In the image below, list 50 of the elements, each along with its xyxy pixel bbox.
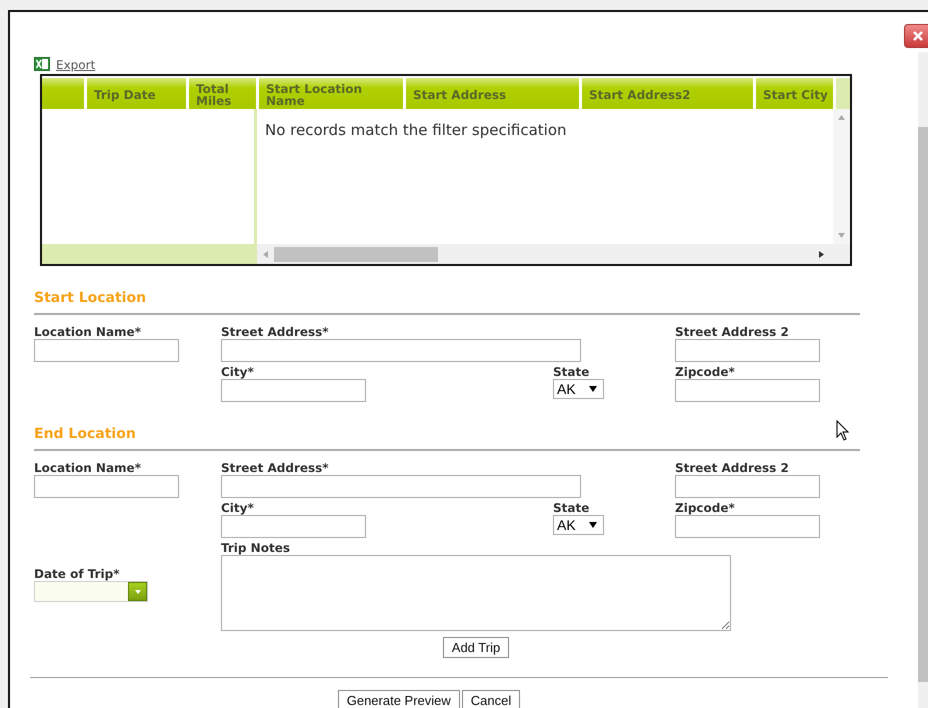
input-field[interactable] [221,379,366,402]
scroll-right-icon[interactable] [819,250,824,258]
input-field[interactable] [34,475,179,498]
field-label: Location Name* [34,325,142,339]
input-field[interactable] [221,515,366,538]
scroll-up-icon[interactable] [838,115,845,120]
add-trip-button[interactable]: Add Trip [442,637,510,658]
footer-button[interactable]: Cancel [462,690,520,708]
scrollbar[interactable] [918,52,928,708]
header-cell [836,78,850,109]
field-label: City* [221,501,255,515]
field-label: Street Address* [221,461,330,475]
header-cell [42,78,84,109]
field-label: Trip Notes [221,541,291,555]
empty-message: No records match the filter specification [264,120,568,141]
notes-textarea[interactable] [221,555,731,631]
caret-icon [134,590,140,594]
state-dropdown[interactable]: AK [553,379,604,399]
caret-icon [589,522,597,528]
input-field[interactable] [675,379,820,402]
field-label: Street Address 2 [675,461,790,475]
spreadsheet-icon[interactable] [34,56,50,72]
input-field[interactable] [34,339,179,362]
field-label: Zipcode* [675,501,736,515]
grid-horizontal-scrollbar[interactable] [257,244,850,264]
scroll-down-icon[interactable] [838,233,845,238]
field-label: City* [221,365,255,379]
field-label: Zipcode* [675,365,736,379]
field-label: State [553,365,590,379]
input-field[interactable] [221,475,581,498]
field-label: Location Name* [34,461,142,475]
input-field[interactable] [675,515,820,538]
caret-icon [589,386,597,392]
cursor-icon [836,420,850,442]
field-label: Street Address 2 [675,325,790,339]
section-title: End Location [34,426,136,442]
state-dropdown[interactable]: AK [553,515,604,535]
footer-button[interactable]: Generate Preview [338,690,460,708]
input-field[interactable] [221,339,581,362]
input-field[interactable] [675,339,820,362]
field-label: State [553,501,590,515]
date-picker[interactable] [34,581,148,602]
field-label: Date of Trip* [34,567,121,581]
close-icon[interactable] [904,24,928,48]
field-label: Street Address* [221,325,330,339]
section-title: Start Location [34,290,146,306]
scroll-left-icon[interactable] [263,250,268,258]
grid-vertical-scrollbar[interactable] [833,109,850,244]
export-link[interactable]: Export [56,58,96,72]
input-field[interactable] [675,475,820,498]
